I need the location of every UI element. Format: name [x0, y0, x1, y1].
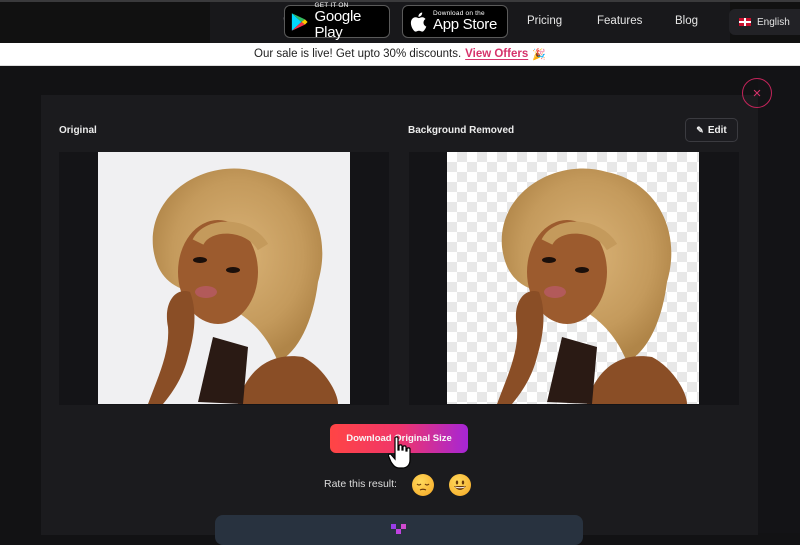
background-removed-image-frame	[409, 152, 739, 405]
edit-label: Edit	[707, 124, 727, 136]
uk-flag-icon	[739, 18, 751, 26]
grinning-face-icon	[454, 480, 466, 490]
google-play-big-text: Google Play	[314, 8, 362, 41]
background-removed-photo	[447, 152, 699, 404]
language-selector[interactable]: English	[729, 9, 800, 35]
hand-cursor-icon	[388, 436, 411, 469]
pensive-face-icon	[416, 483, 430, 491]
app-store-big-text: App Store	[433, 16, 498, 33]
nav-features[interactable]: Features	[597, 15, 642, 27]
apple-icon	[410, 12, 427, 32]
rate-label: Rate this result:	[324, 478, 397, 490]
original-label: Original	[59, 125, 97, 136]
background-removed-label: Background Removed	[408, 125, 515, 136]
party-popper-icon: 🎉	[532, 48, 546, 61]
original-image-frame	[59, 152, 389, 405]
portrait-illustration	[148, 168, 338, 404]
language-label: English	[757, 16, 790, 28]
view-offers-link[interactable]: View Offers	[465, 48, 528, 60]
google-play-icon	[291, 12, 308, 31]
close-icon: ×	[752, 84, 762, 102]
sale-banner-text: Our sale is live! Get upto 30% discounts…	[254, 48, 462, 60]
sad-face-rating-button[interactable]	[412, 474, 434, 496]
pencil-icon: ✎	[696, 124, 704, 135]
backdrop-right-strip	[758, 67, 800, 533]
nav-blog[interactable]: Blog	[675, 15, 698, 27]
edit-button[interactable]: ✎ Edit	[685, 118, 738, 142]
app-store-button[interactable]: Download on the App Store	[402, 5, 508, 38]
rating-row: Rate this result:	[324, 478, 397, 490]
close-modal-button[interactable]: ×	[742, 78, 772, 108]
sale-banner: Our sale is live! Get upto 30% discounts…	[0, 43, 800, 66]
original-photo	[98, 152, 350, 404]
cutout-portrait-illustration	[497, 168, 687, 404]
google-play-button[interactable]: GET IT ON Google Play	[284, 2, 390, 41]
happy-face-rating-button[interactable]	[449, 474, 471, 496]
nav-pricing[interactable]: Pricing	[527, 15, 562, 27]
